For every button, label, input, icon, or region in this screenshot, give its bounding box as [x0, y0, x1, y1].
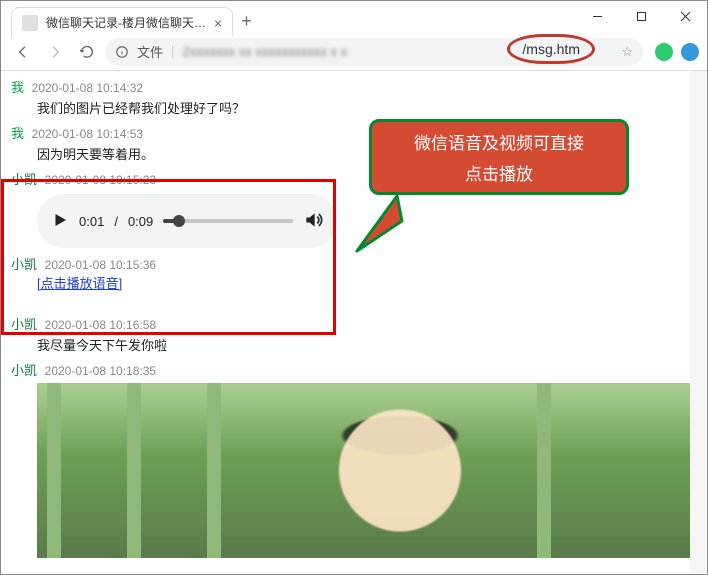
audio-player[interactable]: 0:01 / 0:09 [37, 194, 337, 248]
play-icon[interactable] [51, 211, 69, 232]
tab-title: 微信聊天记录-楼月微信聊天记录 [46, 14, 206, 31]
extension-icon[interactable] [681, 43, 699, 61]
new-tab-button[interactable]: + [241, 11, 252, 32]
sender-name: 小凯 [11, 257, 37, 272]
timestamp: 2020-01-08 10:14:32 [32, 81, 143, 95]
timestamp: 2020-01-08 10:16:58 [45, 318, 156, 332]
tab-favicon [22, 15, 38, 31]
sender-name: 我 [11, 126, 24, 141]
chat-image[interactable] [37, 383, 697, 558]
progress-thumb[interactable] [173, 215, 185, 227]
message-header: 小凯 2020-01-08 10:16:58 [11, 314, 697, 333]
audio-current-time: 0:01 [79, 214, 104, 229]
sender-name: 小凯 [11, 317, 37, 332]
back-button[interactable] [9, 38, 37, 66]
timestamp: 2020-01-08 10:18:35 [45, 364, 156, 378]
scrollbar[interactable] [690, 71, 706, 573]
minimize-button[interactable] [575, 1, 619, 31]
sender-name: 小凯 [11, 363, 37, 378]
callout-line: 点击播放 [465, 160, 533, 185]
timestamp: 2020-01-08 10:15:36 [45, 258, 156, 272]
callout-line: 微信语音及视频可直接 [414, 129, 584, 154]
url-highlight: /msg.htm [507, 34, 595, 64]
audio-total-time: 0:09 [128, 214, 153, 229]
reload-button[interactable] [73, 38, 101, 66]
file-label: 文件 [137, 42, 163, 61]
close-window-button[interactable] [663, 1, 707, 31]
bookmark-star-icon[interactable]: ☆ [621, 44, 633, 60]
address-bar[interactable]: 文件 | 2xxxxxxx xx xxxxxxxxxxx x x /msg.ht… [105, 38, 643, 66]
play-voice-link[interactable]: [点击播放语音] [37, 273, 697, 292]
audio-separator: / [114, 214, 118, 229]
audio-progress[interactable] [163, 219, 293, 223]
message-body: 我们的图片已经帮我们处理好了吗？ [37, 98, 697, 117]
browser-tab[interactable]: 微信聊天记录-楼月微信聊天记录 × [11, 7, 233, 37]
callout-bubble: 微信语音及视频可直接 点击播放 [369, 119, 629, 195]
maximize-button[interactable] [619, 1, 663, 31]
window-titlebar: 微信聊天记录-楼月微信聊天记录 × + [1, 1, 707, 33]
forward-button[interactable] [41, 38, 69, 66]
sender-name: 小凯 [11, 172, 37, 187]
message-header: 小凯 2020-01-08 10:18:35 [11, 360, 697, 379]
sender-name: 我 [11, 80, 24, 95]
timestamp: 2020-01-08 10:14:53 [32, 127, 143, 141]
url-bar: 文件 | 2xxxxxxx xx xxxxxxxxxxx x x /msg.ht… [1, 33, 707, 71]
extension-icons [655, 43, 699, 61]
timestamp: 2020-01-08 10:15:23 [45, 173, 156, 187]
message-header: 我 2020-01-08 10:14:32 [11, 77, 697, 96]
extension-icon[interactable] [655, 43, 673, 61]
close-icon[interactable]: × [214, 15, 222, 31]
message-body: 我尽量今天下午发你啦 [37, 335, 697, 354]
window-controls [575, 1, 707, 31]
volume-icon[interactable] [303, 210, 323, 233]
info-icon [115, 45, 129, 59]
